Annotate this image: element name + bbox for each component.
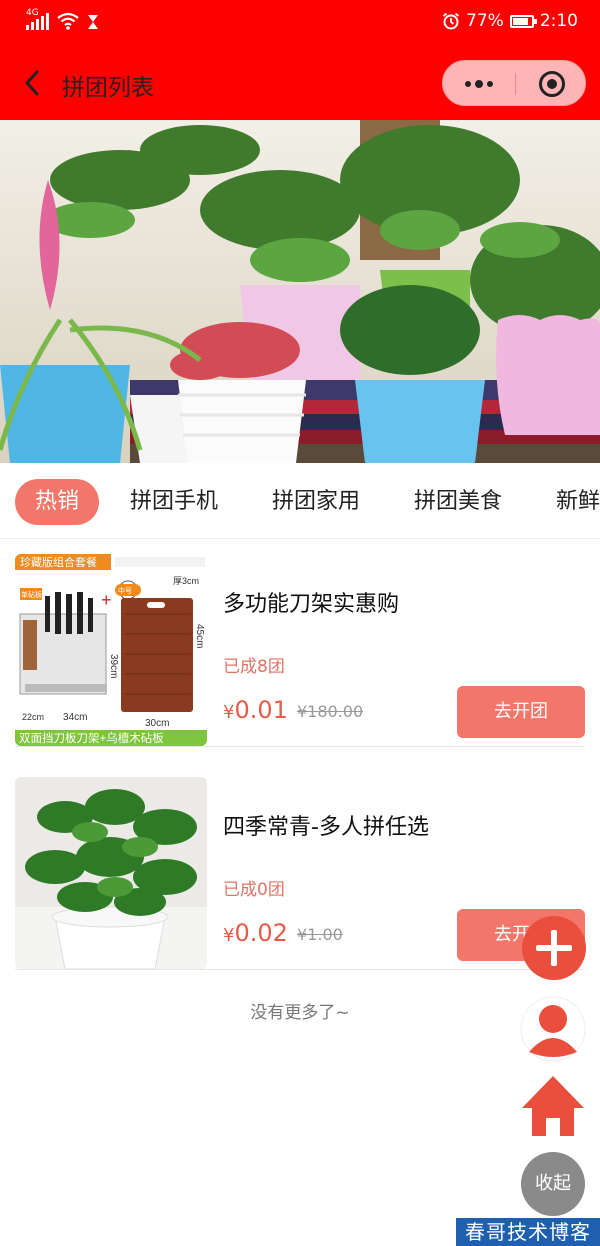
product-original-price: ¥180.00 (297, 702, 364, 721)
tab-hot[interactable]: 热销 (15, 479, 100, 525)
product-price: ¥0.01 (223, 696, 288, 724)
tab-phones[interactable]: 拼团手机 (130, 479, 218, 525)
user-icon[interactable] (520, 996, 586, 1062)
back-arrow-icon[interactable] (16, 66, 50, 100)
wifi-icon (57, 12, 79, 30)
collapse-button[interactable]: 收起 (521, 1152, 585, 1216)
battery-percent: 77% (466, 11, 504, 31)
thumb-dim-width-small: 22cm (22, 712, 44, 722)
product-groups-formed: 已成8团 (223, 657, 285, 677)
network-type: 4G (26, 8, 39, 18)
thumb-label-single: 单砧板位 (21, 590, 49, 599)
thumb-dim-thickness: 厚3cm (173, 576, 199, 586)
price-value: 0.02 (234, 919, 288, 947)
banner-image[interactable] (0, 120, 600, 463)
status-left: 4G (26, 8, 99, 30)
more-icon[interactable] (443, 61, 515, 107)
thumb-top-banner: 珍藏版组合套餐 (20, 555, 97, 569)
hourglass-icon (88, 15, 98, 29)
product-title[interactable]: 四季常青-多人拼任选 (223, 809, 429, 841)
tab-home[interactable]: 拼团家用 (272, 479, 360, 525)
product-card[interactable]: 珍藏版组合套餐 单砧板位 + 22cm 34cm 39cm 中号 厚3cm 45… (15, 540, 585, 747)
close-miniprogram-icon[interactable] (539, 71, 565, 97)
home-icon[interactable] (520, 1074, 586, 1140)
nav-bar: 拼团列表 (0, 46, 600, 120)
start-group-button[interactable]: 去开团 (457, 686, 585, 738)
status-right: 77% 2:10 (442, 11, 578, 31)
watermark: 春哥技术博客 (456, 1218, 600, 1246)
battery-icon (509, 14, 537, 28)
no-more-text: 没有更多了~ (250, 1003, 350, 1023)
currency-symbol: ¥ (223, 702, 235, 723)
thumb-dim-width-rack: 34cm (63, 712, 87, 723)
currency-symbol: ¥ (223, 925, 235, 946)
product-card[interactable]: 四季常青-多人拼任选 已成0团 ¥0.02 ¥1.00 去开团 (15, 763, 585, 970)
status-bar: 4G 77% 2:10 (0, 0, 600, 46)
signal-icon: 4G (26, 8, 49, 30)
thumb-dim-height-rack: 39cm (108, 654, 119, 678)
thumb-bottom-banner: 双面挡刀板刀架+乌檀木砧板 (19, 731, 164, 745)
product-original-price: ¥1.00 (297, 925, 343, 944)
category-tabs: 热销 拼团手机 拼团家用 拼团美食 新鲜 (0, 463, 600, 539)
page-title: 拼团列表 (62, 75, 154, 101)
thumb-label-medium: 中号 (118, 586, 132, 595)
product-thumbnail[interactable]: 珍藏版组合套餐 单砧板位 + 22cm 34cm 39cm 中号 厚3cm 45… (15, 554, 207, 746)
alarm-icon (442, 12, 460, 30)
svg-text:+: + (101, 590, 112, 610)
product-thumbnail[interactable] (15, 777, 207, 969)
miniprogram-capsule (442, 60, 586, 106)
product-groups-formed: 已成0团 (223, 880, 285, 900)
capsule-divider (515, 73, 516, 95)
price-value: 0.01 (234, 696, 288, 724)
clock: 2:10 (539, 11, 578, 31)
product-price: ¥0.02 (223, 919, 288, 947)
add-icon[interactable] (522, 916, 586, 980)
tab-fresh[interactable]: 新鲜 (556, 479, 600, 525)
tab-food[interactable]: 拼团美食 (414, 479, 502, 525)
thumb-dim-height-board: 45cm (194, 624, 205, 648)
product-title[interactable]: 多功能刀架实惠购 (223, 586, 399, 618)
thumb-dim-width-board: 30cm (145, 718, 169, 729)
